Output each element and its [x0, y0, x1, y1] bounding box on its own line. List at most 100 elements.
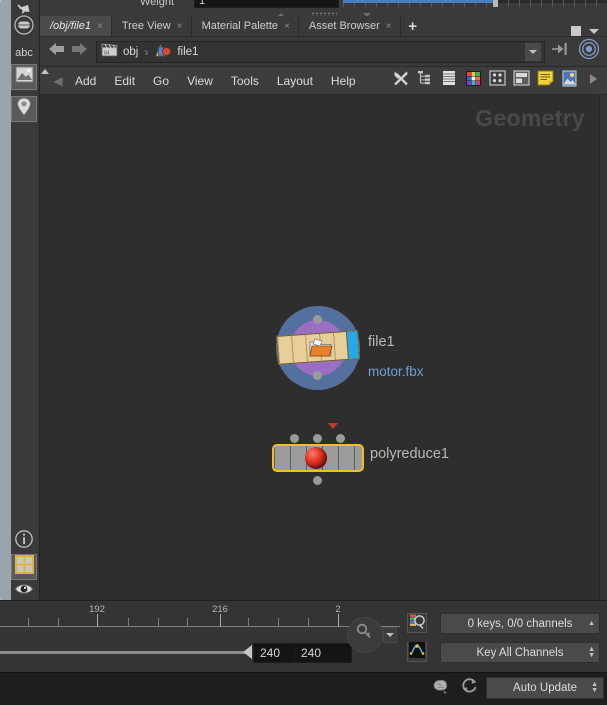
- node-input-connector-3[interactable]: [336, 434, 345, 443]
- arrow-right-icon: [69, 41, 89, 62]
- auto-update-dropdown[interactable]: Auto Update ▲▼: [486, 677, 604, 699]
- path-input[interactable]: 84 obj › file1: [96, 41, 545, 63]
- set-key-button[interactable]: [347, 617, 383, 653]
- path-segment-file1[interactable]: file1: [154, 43, 198, 61]
- key-icon: [354, 622, 376, 649]
- sidebar-item-pin-tool[interactable]: [11, 96, 37, 122]
- auto-update-spinner[interactable]: ▲▼: [591, 682, 598, 694]
- key-options-button[interactable]: [383, 627, 397, 643]
- keys-channels-spinner[interactable]: ▲: [588, 621, 595, 627]
- node-input-connector[interactable]: [313, 315, 322, 324]
- menu-overflow-button[interactable]: [583, 71, 603, 91]
- render-flag-red-icon[interactable]: [328, 423, 338, 429]
- menu-bar: ◀ Add Edit Go View Tools Layout Help: [40, 67, 607, 95]
- node-output-connector[interactable]: [313, 476, 322, 485]
- left-toolbar: abc: [0, 0, 40, 600]
- sidebar-item-eye-tool[interactable]: [11, 578, 37, 600]
- tools-wrench-button[interactable]: [391, 71, 411, 91]
- cook-indicator-button[interactable]: [430, 677, 452, 699]
- node-polyreduce1-label: polyreduce1: [370, 446, 449, 462]
- menu-item-edit[interactable]: Edit: [105, 67, 144, 95]
- menu-item-view[interactable]: View: [178, 67, 222, 95]
- menu-handle-icon[interactable]: [40, 67, 50, 95]
- pin-network-button[interactable]: [549, 40, 573, 64]
- add-tab-button[interactable]: +: [401, 16, 425, 36]
- nav-back-button[interactable]: [46, 41, 68, 63]
- network-vertical-scrollbar[interactable]: [599, 95, 607, 600]
- menu-item-add[interactable]: Add: [66, 67, 105, 95]
- tab-close-icon[interactable]: ×: [177, 21, 183, 32]
- tree-hierarchy-button[interactable]: [415, 71, 435, 91]
- playhead-cursor[interactable]: [243, 645, 252, 659]
- notes-sticky-icon: [537, 70, 554, 91]
- target-rings-icon: [578, 38, 600, 65]
- node-file1-body[interactable]: [276, 306, 360, 390]
- tab-close-icon[interactable]: ×: [284, 21, 290, 32]
- node-file1-label: file1: [368, 334, 395, 350]
- sidebar-item-view-tool[interactable]: [11, 14, 37, 40]
- red-sphere-icon: [305, 447, 327, 469]
- layout-panes-icon: [513, 70, 530, 91]
- notes-sticky-button[interactable]: [535, 71, 555, 91]
- image-icon: [15, 66, 34, 88]
- timeline-minor-tick: [248, 618, 249, 626]
- channel-list-icon-button[interactable]: [407, 613, 427, 633]
- geometry-object-icon: [154, 43, 172, 61]
- menu-item-go[interactable]: Go: [144, 67, 178, 95]
- image-preview-button[interactable]: [559, 71, 579, 91]
- node-input-connector-1[interactable]: [290, 434, 299, 443]
- pin-network-icon: [550, 40, 572, 63]
- node-polyreduce1-body[interactable]: [272, 444, 364, 472]
- nav-forward-button[interactable]: [68, 41, 90, 63]
- end-frame-input[interactable]: 240: [294, 643, 352, 663]
- sidebar-item-layout-tool[interactable]: [11, 554, 37, 580]
- keyframe-channels-icon: [409, 613, 425, 634]
- node-output-connector[interactable]: [313, 371, 322, 380]
- layout-panes-button[interactable]: [511, 71, 531, 91]
- animation-curve-icon-button[interactable]: [407, 642, 427, 662]
- key-all-channels-spinner[interactable]: ▲▼: [588, 647, 595, 659]
- dots-grid-button[interactable]: [487, 71, 507, 91]
- node-band-accent: [346, 331, 359, 359]
- sidebar-item-image-tool[interactable]: [11, 64, 37, 90]
- sidebar-item-abc-tool[interactable]: abc: [11, 40, 37, 66]
- color-palette-button[interactable]: [463, 71, 483, 91]
- network-target-button[interactable]: [577, 40, 601, 64]
- tab-tree-view[interactable]: Tree View ×: [112, 16, 192, 36]
- key-all-channels-dropdown[interactable]: Key All Channels ▲▼: [440, 642, 600, 663]
- timeline-minor-tick: [128, 618, 129, 626]
- status-bar: Auto Update ▲▼: [0, 672, 607, 705]
- menu-scroll-left-icon[interactable]: ◀: [50, 74, 66, 88]
- path-dropdown-button[interactable]: [525, 43, 541, 61]
- tab-label: Asset Browser: [309, 20, 380, 32]
- playbar-track[interactable]: [0, 651, 250, 654]
- tab-asset-browser[interactable]: Asset Browser ×: [299, 16, 401, 36]
- path-segment-obj[interactable]: 84 obj: [101, 43, 138, 60]
- weight-parameter-slider[interactable]: [343, 0, 607, 7]
- tab-close-icon[interactable]: ×: [386, 21, 392, 32]
- timeline-minor-tick: [158, 618, 159, 626]
- dots-grid-icon: [489, 70, 506, 91]
- tab-obj-file1[interactable]: /obj/file1 ×: [40, 16, 112, 36]
- keys-channels-status[interactable]: 0 keys, 0/0 channels ▲: [440, 613, 600, 634]
- refresh-button[interactable]: [458, 677, 480, 699]
- network-editor[interactable]: Geometry file1 moto: [40, 95, 599, 600]
- capsule-icon: [13, 14, 35, 41]
- slider-handle[interactable]: [493, 0, 498, 7]
- tab-close-icon[interactable]: ×: [97, 21, 103, 32]
- node-input-connector-2[interactable]: [313, 434, 322, 443]
- overflow-arrow-icon: [588, 72, 598, 90]
- list-lines-button[interactable]: [439, 71, 459, 91]
- timeline-ruler[interactable]: 192 216 2: [0, 604, 400, 636]
- keys-channels-label: 0 keys, 0/0 channels: [468, 618, 573, 630]
- maximize-pane-icon[interactable]: [571, 26, 581, 36]
- menu-item-tools[interactable]: Tools: [222, 67, 268, 95]
- timeline-major-tick: [338, 614, 339, 627]
- slider-fill: [343, 0, 495, 3]
- weight-parameter-input[interactable]: 1: [194, 0, 339, 8]
- pane-menu-chevron-down-icon[interactable]: [589, 29, 599, 34]
- menu-item-layout[interactable]: Layout: [268, 67, 322, 95]
- sidebar-item-info-tool[interactable]: [11, 528, 37, 554]
- menu-item-help[interactable]: Help: [322, 67, 365, 95]
- tab-material-palette[interactable]: Material Palette ×: [192, 16, 299, 36]
